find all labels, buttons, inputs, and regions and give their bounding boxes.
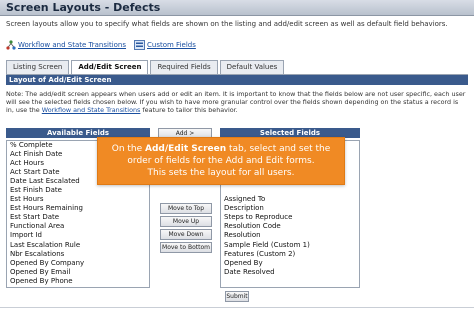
custom-fields-link-label: Custom Fields — [147, 41, 196, 49]
list-item[interactable]: Est Hours — [7, 195, 149, 204]
list-item[interactable]: Opened By Phone — [7, 277, 149, 286]
move-up-button[interactable]: Move Up — [160, 216, 212, 227]
list-item[interactable]: Est Start Date — [7, 213, 149, 222]
list-item[interactable]: Nbr Escalations — [7, 250, 149, 259]
list-item[interactable]: Steps to Reproduce — [221, 213, 359, 222]
list-item[interactable]: Sample Field (Custom 1) — [221, 241, 359, 250]
workflow-note-link[interactable]: Workflow and State Transitions — [42, 106, 141, 114]
workflow-link[interactable]: Workflow and State Transitions — [6, 40, 126, 50]
page-title: Screen Layouts - Defects — [6, 1, 161, 14]
list-item[interactable]: Opened By Email — [7, 268, 149, 277]
list-item[interactable]: Opened By Company — [7, 259, 149, 268]
list-item[interactable]: Features (Custom 2) — [221, 250, 359, 259]
workflow-link-label: Workflow and State Transitions — [18, 41, 127, 49]
list-item[interactable]: Resolution — [221, 231, 359, 240]
list-item[interactable]: Last Escalation Rule — [7, 241, 149, 250]
tab-add-edit-screen[interactable]: Add/Edit Screen — [71, 60, 149, 74]
list-item[interactable]: Assigned To — [221, 195, 359, 204]
list-item[interactable]: Import Id — [7, 231, 149, 240]
callout-prefix: On the — [111, 144, 146, 154]
list-item[interactable]: Functional Area — [7, 222, 149, 231]
tab-default-values[interactable]: Default Values — [219, 60, 285, 74]
tab-bar: Listing Screen Add/Edit Screen Required … — [6, 60, 286, 74]
submit-button[interactable]: Submit — [225, 291, 249, 302]
page-description: Screen layouts allow you to specify what… — [6, 20, 448, 28]
list-item[interactable]: Est Finish Date — [7, 186, 149, 195]
callout-line-1: On the Add/Edit Screen tab, select and s… — [98, 143, 344, 155]
move-to-bottom-button[interactable]: Move to Bottom — [160, 242, 212, 253]
move-to-top-button[interactable]: Move to Top — [160, 203, 212, 214]
custom-fields-link[interactable]: Custom Fields — [134, 40, 196, 50]
custom-fields-icon — [134, 40, 145, 50]
note-text-after: feature to tailor this behavior. — [140, 106, 238, 114]
bottom-divider — [0, 307, 474, 308]
list-item[interactable]: Date Resolved — [221, 268, 359, 277]
list-item[interactable]: Opened By — [221, 259, 359, 268]
workflow-icon — [6, 40, 16, 50]
list-item[interactable]: Resolution Code — [221, 222, 359, 231]
section-header: Layout of Add/Edit Screen — [6, 75, 468, 85]
page-title-bar: Screen Layouts - Defects — [0, 0, 474, 16]
move-down-button[interactable]: Move Down — [160, 229, 212, 240]
callout-bold: Add/Edit Screen — [145, 144, 227, 154]
instruction-callout: On the Add/Edit Screen tab, select and s… — [97, 137, 345, 185]
list-item[interactable] — [221, 277, 359, 286]
callout-line-1-rest: tab, select and set the — [226, 144, 331, 154]
list-item[interactable]: Description — [221, 204, 359, 213]
callout-line-2: order of fields for the Add and Edit for… — [127, 156, 315, 166]
list-item[interactable]: Est Hours Remaining — [7, 204, 149, 213]
callout-line-3: This sets the layout for all users. — [147, 168, 295, 178]
tab-required-fields[interactable]: Required Fields — [150, 60, 218, 74]
tab-listing-screen[interactable]: Listing Screen — [6, 60, 70, 74]
layout-note: Note: The add/edit screen appears when u… — [6, 90, 468, 114]
quick-links: Workflow and State Transitions Custom Fi… — [6, 38, 204, 52]
list-item[interactable] — [221, 186, 359, 195]
